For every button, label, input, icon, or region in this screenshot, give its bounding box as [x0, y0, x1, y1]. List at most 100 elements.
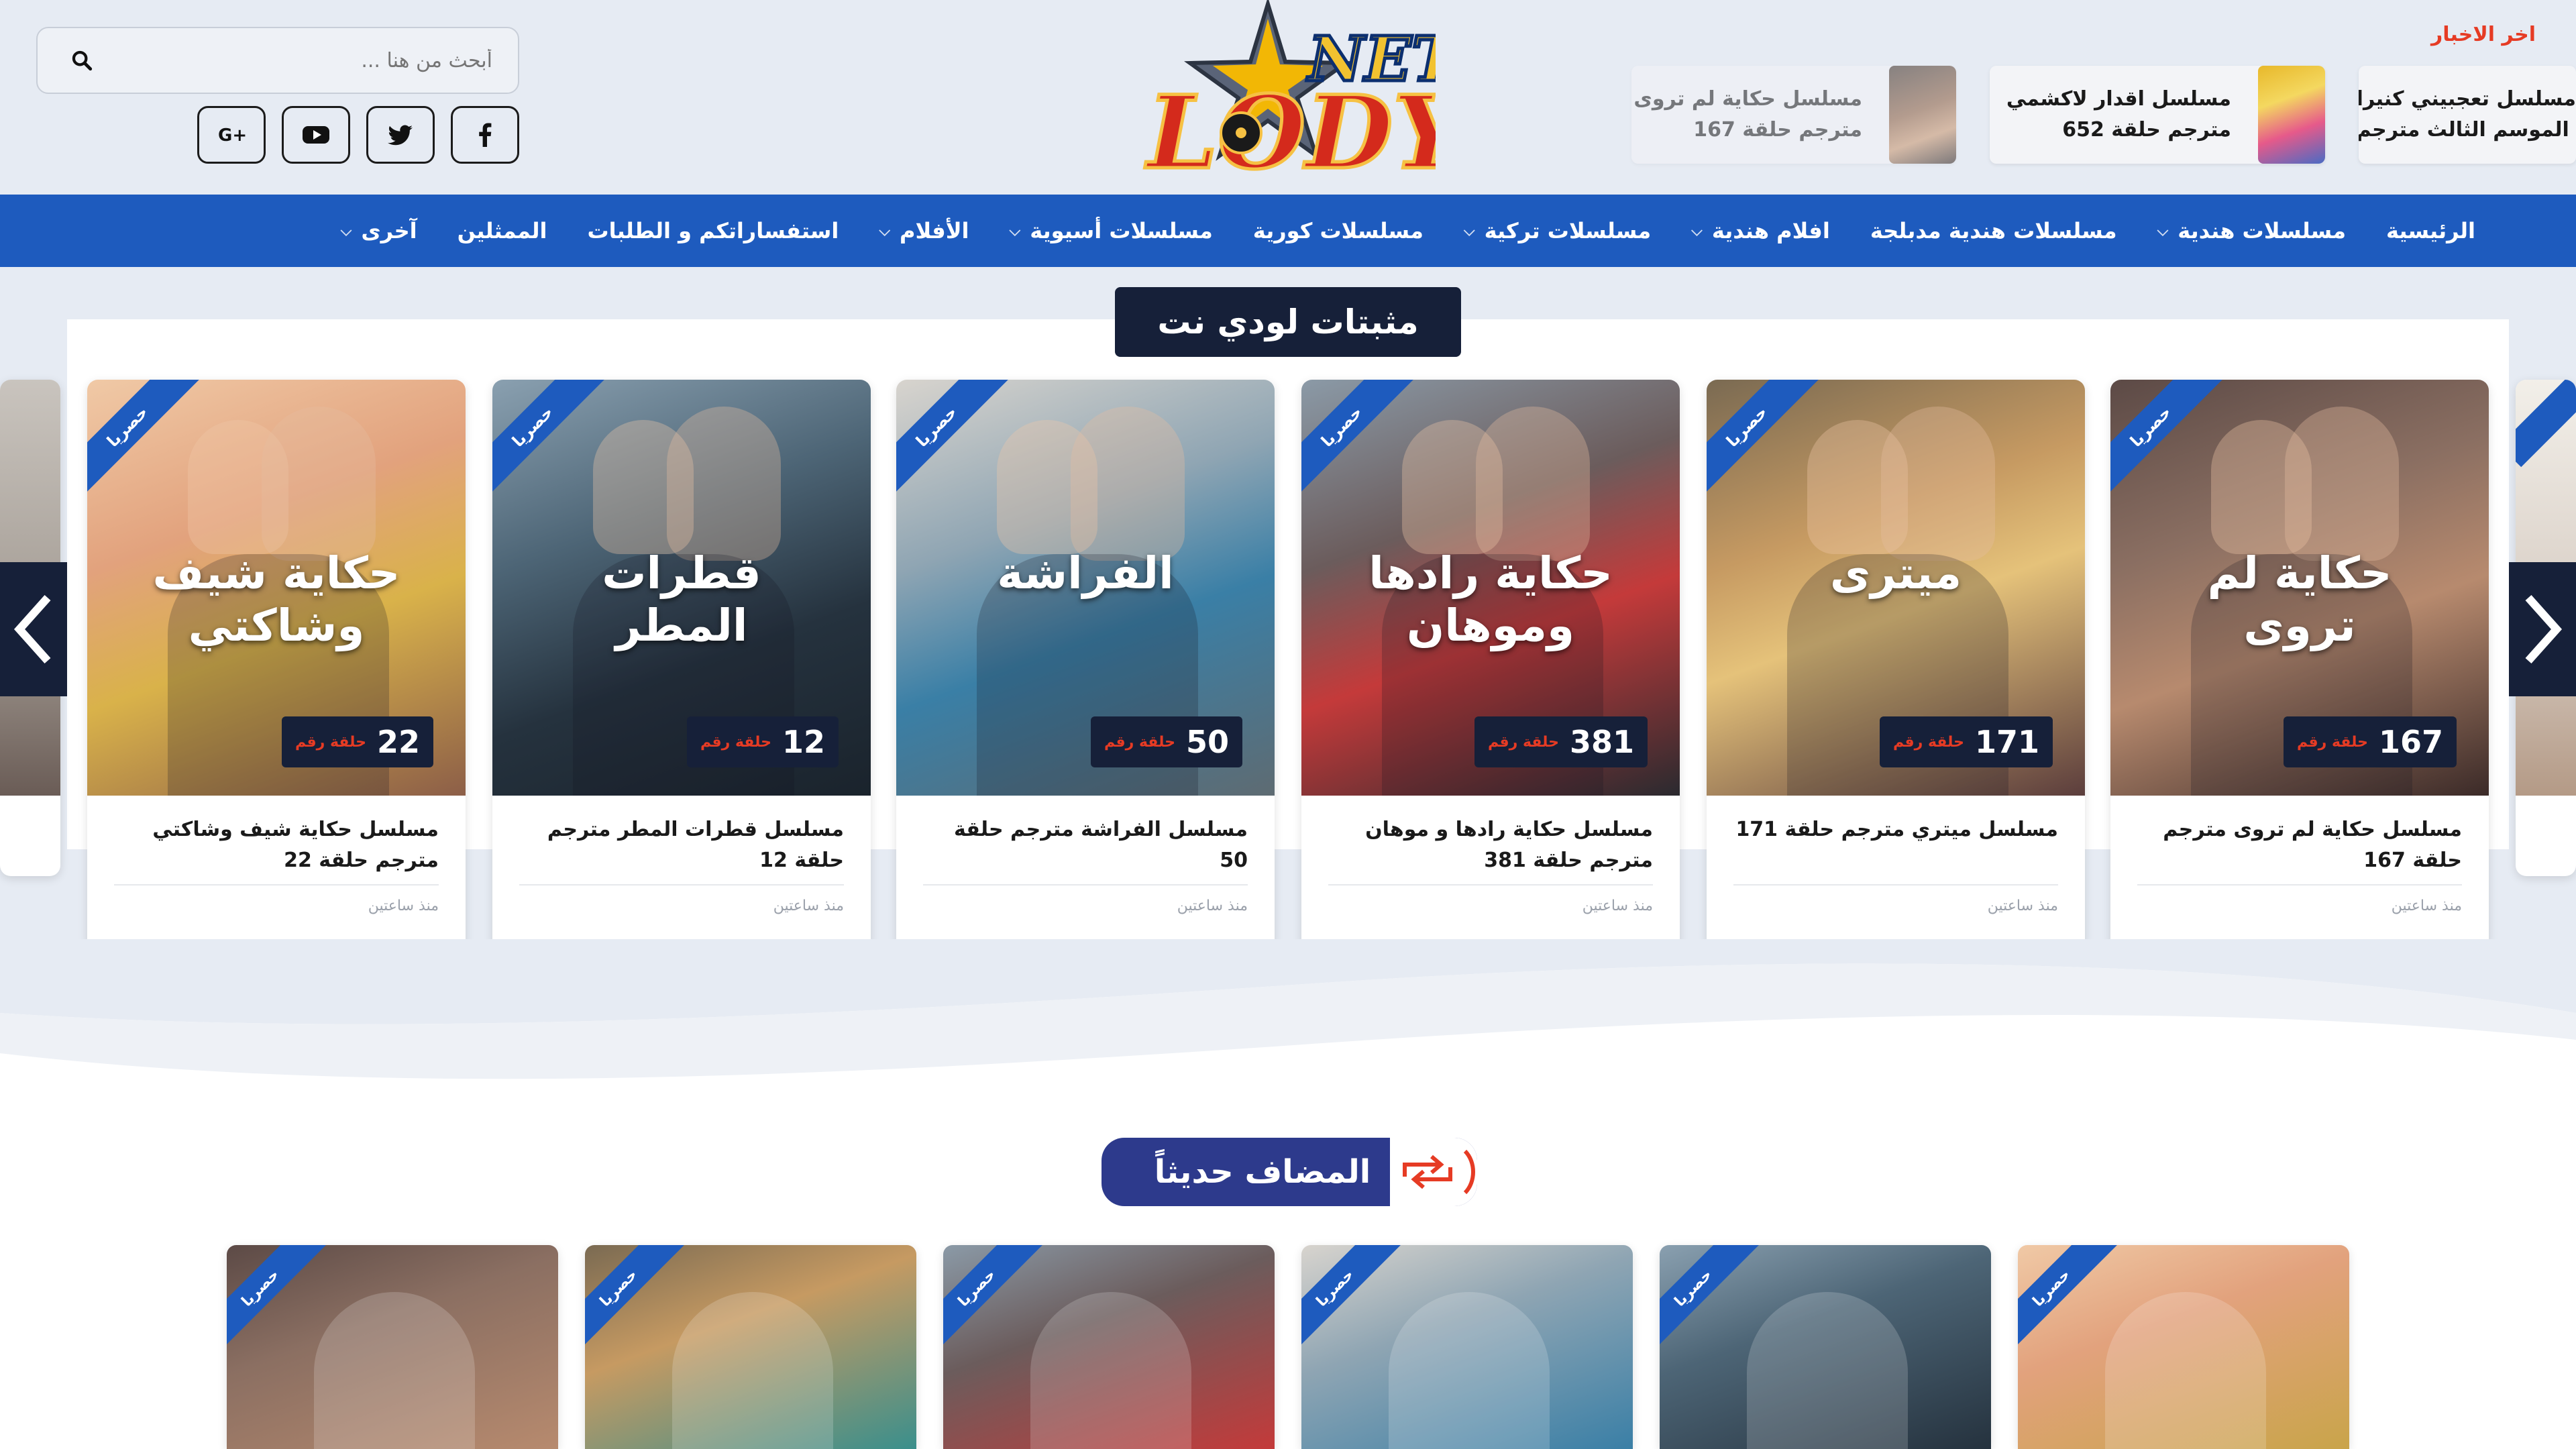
nav-item[interactable]: آخرى ⌵	[321, 218, 437, 244]
nav-item[interactable]: الممثلين	[437, 218, 568, 244]
pinned-card[interactable]: الفراشة حصريا حلقة رقم 50 مسلسل الفراشة …	[896, 380, 1275, 951]
news-title: مسلسل اقدار لاكشمي	[2006, 87, 2231, 111]
card-time: منذ ساعتين	[1582, 898, 1653, 914]
search-icon[interactable]	[63, 42, 101, 79]
exclusive-ribbon: حصريا	[1660, 1245, 1762, 1356]
episode-label: حلقة رقم	[1487, 733, 1559, 751]
card-divider	[923, 884, 1248, 885]
pinned-card[interactable]: ميترى حصريا حلقة رقم 171 مسلسل ميتري متر…	[1707, 380, 2085, 951]
chevron-right-icon	[2525, 595, 2563, 663]
pinned-section-title: مثبتات لودي نت	[1115, 287, 1461, 357]
nav-item-label: مسلسلات هندية مدبلجة	[1870, 218, 2117, 244]
nav-item-label: استفساراتكم و الطلبات	[587, 218, 839, 244]
recent-card[interactable]: حصريا	[2018, 1245, 2349, 1449]
site-logo[interactable]: NET LODY	[1140, 0, 1436, 191]
nav-item[interactable]: افلام هندية ⌵	[1671, 218, 1850, 244]
nav-item[interactable]: استفساراتكم و الطلبات	[567, 218, 859, 244]
nav-item[interactable]: مسلسلات هندية مدبلجة	[1850, 218, 2137, 244]
poster-title: حكاية رادها وموهان	[1368, 547, 1613, 651]
recent-section-header: المضاف حديثاً	[1102, 1138, 1477, 1206]
google-plus-button[interactable]: G+	[197, 106, 266, 164]
card-title[interactable]: مسلسل حكاية لم تروى مترجم حلقة 167	[2137, 814, 2462, 876]
main-nav: الرئيسية مسلسلات هندية ⌵ مسلسلات هندية مدبل…	[0, 195, 2576, 267]
card-divider	[114, 884, 439, 885]
logo-main-text: LODY	[1144, 74, 1436, 191]
exclusive-ribbon: حصريا	[585, 1245, 687, 1356]
recent-card[interactable]: حصريا	[585, 1245, 916, 1449]
social-links: G+	[197, 106, 519, 164]
episode-label: حلقة رقم	[1892, 733, 1964, 751]
nav-item[interactable]: مسلسلات أسيوية ⌵	[989, 218, 1233, 244]
carousel-next-button[interactable]	[2509, 562, 2576, 696]
poster-title: حكاية لم تروى	[2207, 547, 2392, 651]
chevron-down-icon: ⌵	[340, 222, 352, 239]
nav-item[interactable]: مسلسلات هندية ⌵	[2137, 218, 2366, 244]
nav-item[interactable]: الرئيسية	[2366, 218, 2496, 244]
card-divider	[1328, 884, 1653, 885]
news-thumbnail	[1889, 66, 1956, 164]
facebook-button[interactable]	[451, 106, 519, 164]
card-time: منذ ساعتين	[1177, 898, 1248, 914]
nav-item-label: آخرى	[361, 218, 417, 244]
card-time: منذ ساعتين	[773, 898, 844, 914]
search-box[interactable]	[36, 27, 519, 94]
exclusive-ribbon: حصريا	[943, 1245, 1045, 1356]
nav-item-label: الأفلام	[900, 218, 969, 244]
facebook-icon	[479, 123, 492, 147]
nav-item[interactable]: مسلسلات كورية	[1233, 218, 1444, 244]
episode-badge: حلقة رقم 167	[2283, 716, 2457, 767]
nav-item[interactable]: مسلسلات تركية ⌵	[1444, 218, 1671, 244]
episode-badge: حلقة رقم 381	[1474, 716, 1648, 767]
nav-item-label: الرئيسية	[2386, 218, 2475, 244]
pinned-card[interactable]: حكاية شيف وشاكتي حصريا حلقة رقم 22 مسلسل…	[87, 380, 466, 951]
nav-item[interactable]: الأفلام ⌵	[859, 218, 989, 244]
episode-number: 171	[1974, 724, 2039, 760]
twitter-button[interactable]	[366, 106, 435, 164]
recent-card[interactable]: حصريا	[943, 1245, 1275, 1449]
card-time: منذ ساعتين	[368, 898, 439, 914]
twitter-icon	[388, 125, 413, 146]
recent-card[interactable]: حصريا	[1301, 1245, 1633, 1449]
chevron-left-icon	[13, 595, 51, 663]
nav-item-label: مسلسلات كورية	[1252, 218, 1424, 244]
card-divider	[1733, 884, 2058, 885]
youtube-icon	[303, 126, 329, 144]
recent-section-title: المضاف حديثاً	[1154, 1153, 1371, 1191]
card-title[interactable]: مسلسل الفراشة مترجم حلقة 50	[923, 814, 1248, 876]
chevron-down-icon: ⌵	[879, 222, 891, 239]
exclusive-ribbon: حصريا	[2018, 1245, 2120, 1356]
card-title[interactable]: مسلسل حكاية شيف وشاكتي مترجم حلقة 22	[114, 814, 439, 876]
poster-title: الفراشة	[997, 547, 1174, 599]
search-input[interactable]	[101, 48, 492, 72]
card-title[interactable]: مسلسل قطرات المطر مترجم حلقة 12	[519, 814, 844, 876]
episode-label: حلقة رقم	[1104, 733, 1175, 751]
recent-card[interactable]: حصريا	[1660, 1245, 1991, 1449]
news-item[interactable]: مسلسل اقدار لاكشمي مترجم حلقة 652	[1990, 66, 2325, 164]
latest-news-label: اخر الاخبار	[2430, 23, 2536, 46]
episode-badge: حلقة رقم 50	[1090, 716, 1242, 767]
news-subtitle: الموسم الثالث مترجم	[2359, 118, 2569, 142]
poster-title: ميترى	[1829, 547, 1962, 599]
episode-badge: حلقة رقم 12	[686, 716, 839, 767]
recent-card[interactable]: حصريا	[227, 1245, 558, 1449]
refresh-icon	[1403, 1149, 1475, 1195]
pinned-card[interactable]: حكاية رادها وموهان حصريا حلقة رقم 381 مس…	[1301, 380, 1680, 951]
card-title[interactable]: مسلسل حكاية رادها و موهان مترجم حلقة 381	[1328, 814, 1653, 876]
news-subtitle: مترجم حلقة 167	[1693, 118, 1862, 142]
news-item[interactable]: مسلسل تعجبيني كنيرا الموسم الثالث مترجم	[2359, 66, 2576, 164]
episode-label: حلقة رقم	[294, 733, 366, 751]
nav-item-label: مسلسلات أسيوية	[1030, 218, 1213, 244]
exclusive-ribbon: حصريا	[227, 1245, 329, 1356]
pinned-card[interactable]: قطرات المطر حصريا حلقة رقم 12 مسلسل قطرا…	[492, 380, 871, 951]
news-thumbnail	[2258, 66, 2325, 164]
poster-title: حكاية شيف وشاكتي	[152, 547, 400, 651]
card-divider	[519, 884, 844, 885]
carousel-prev-button[interactable]	[0, 562, 67, 696]
youtube-button[interactable]	[282, 106, 350, 164]
google-plus-icon: G+	[218, 125, 247, 146]
card-title[interactable]: مسلسل ميتري مترجم حلقة 171	[1733, 814, 2058, 845]
pinned-card[interactable]: حكاية لم تروى حصريا حلقة رقم 167 مسلسل ح…	[2110, 380, 2489, 951]
news-title: مسلسل تعجبيني كنيرا	[2359, 87, 2576, 111]
exclusive-ribbon: حصريا	[1301, 1245, 1403, 1356]
news-item[interactable]: مسلسل حكاية لم تروى مترجم حلقة 167	[1631, 66, 1956, 164]
